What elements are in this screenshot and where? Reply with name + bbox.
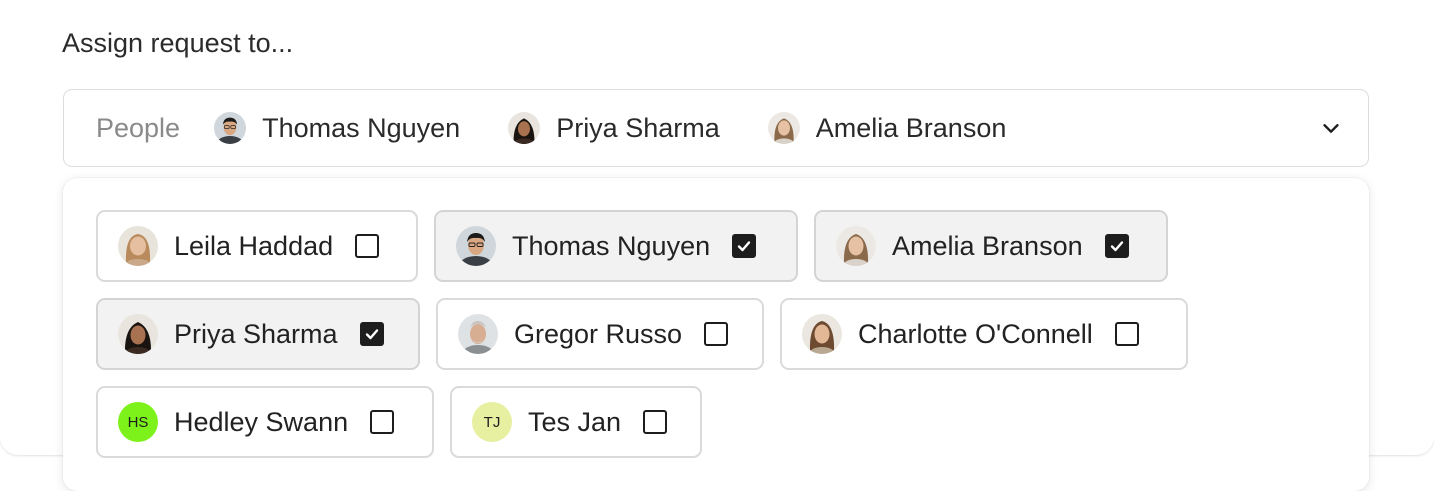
option-name: Tes Jan xyxy=(528,406,622,437)
selected-chip-name: Priya Sharma xyxy=(556,112,720,143)
avatar xyxy=(456,226,496,266)
check-icon xyxy=(365,329,378,340)
option-thomas-nguyen[interactable]: Thomas Nguyen xyxy=(434,210,798,282)
checkbox[interactable] xyxy=(704,322,729,346)
select-placeholder: People xyxy=(96,112,181,143)
option-charlotte-oconnell[interactable]: Charlotte O'Connell xyxy=(780,298,1188,370)
check-icon xyxy=(737,241,751,252)
selected-chip: Priya Sharma xyxy=(508,112,720,144)
selected-chip-name: Thomas Nguyen xyxy=(262,112,461,143)
option-amelia-branson[interactable]: Amelia Branson xyxy=(814,210,1168,282)
option-tes-jan[interactable]: TJ Tes Jan xyxy=(450,386,702,458)
page: Assign request to... People Thomas Nguye… xyxy=(0,0,1434,491)
option-name: Gregor Russo xyxy=(514,318,683,349)
avatar xyxy=(118,314,158,354)
chevron-down-icon[interactable] xyxy=(1320,117,1342,139)
avatar xyxy=(802,314,842,354)
checkbox[interactable] xyxy=(355,234,380,258)
avatar xyxy=(767,112,800,144)
selected-chip: Amelia Branson xyxy=(767,112,1007,144)
option-name: Thomas Nguyen xyxy=(512,230,711,261)
checkbox-checked[interactable] xyxy=(732,234,757,258)
option-name: Charlotte O'Connell xyxy=(858,318,1093,349)
avatar xyxy=(214,112,247,144)
option-gregor-russo[interactable]: Gregor Russo xyxy=(436,298,764,370)
option-leila-haddad[interactable]: Leila Haddad xyxy=(96,210,418,282)
checkbox[interactable] xyxy=(370,410,395,434)
selected-chip: Thomas Nguyen xyxy=(214,112,460,144)
people-select[interactable]: People Thomas Nguyen Priya Sharma Amelia… xyxy=(63,89,1369,167)
check-icon xyxy=(1110,241,1123,252)
checkbox[interactable] xyxy=(1114,322,1139,346)
selected-chip-name: Amelia Branson xyxy=(815,112,1007,143)
avatar xyxy=(458,314,498,354)
option-name: Priya Sharma xyxy=(174,318,338,349)
initials-avatar: HS xyxy=(118,402,158,442)
checkbox-checked[interactable] xyxy=(359,322,384,346)
option-hedley-swann[interactable]: HS Hedley Swann xyxy=(96,386,434,458)
people-dropdown: Leila Haddad Thomas Nguyen Amelia Branso… xyxy=(63,178,1369,491)
option-priya-sharma[interactable]: Priya Sharma xyxy=(96,298,420,370)
initials-avatar: TJ xyxy=(472,402,512,442)
option-name: Leila Haddad xyxy=(174,230,334,261)
avatar xyxy=(836,226,876,266)
avatar xyxy=(508,112,541,144)
checkbox-checked[interactable] xyxy=(1104,234,1129,258)
avatar xyxy=(118,226,158,266)
option-name: Hedley Swann xyxy=(174,406,349,437)
field-label: Assign request to... xyxy=(62,28,294,58)
checkbox[interactable] xyxy=(643,410,668,434)
option-name: Amelia Branson xyxy=(892,230,1083,261)
